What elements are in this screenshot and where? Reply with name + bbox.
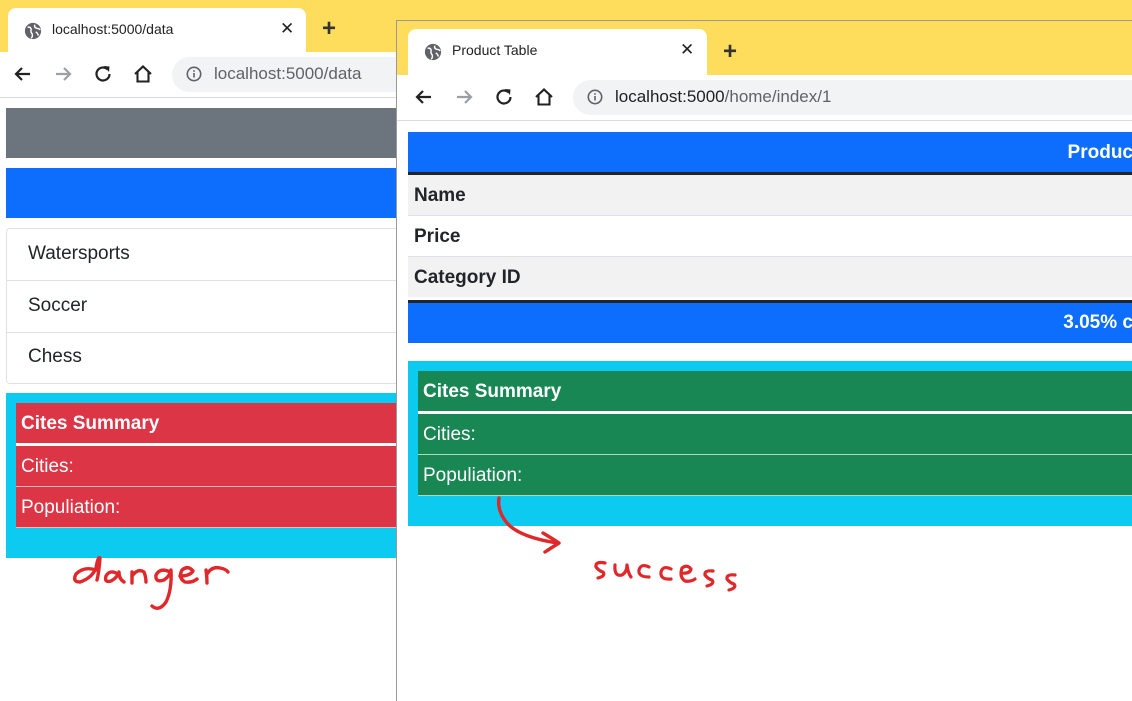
reload-icon[interactable] bbox=[92, 63, 114, 85]
primary-bar bbox=[6, 168, 406, 218]
url-text: localhost:5000/home/index/1 bbox=[615, 87, 831, 107]
danger-annotation bbox=[72, 556, 230, 610]
info-container: Cites Summary Cities: Populiation: bbox=[408, 361, 1132, 526]
list-item[interactable]: Watersports bbox=[7, 229, 407, 281]
front-browser-window: Product Table ✕ + localhost:5000/home/in… bbox=[396, 20, 1132, 701]
list-item[interactable]: Chess bbox=[7, 332, 407, 383]
info-icon[interactable] bbox=[186, 66, 202, 82]
new-tab-icon[interactable]: + bbox=[723, 40, 737, 64]
home-icon[interactable] bbox=[132, 63, 154, 85]
table-header: Cites Summary bbox=[418, 371, 1132, 414]
table-row: Populiation: bbox=[418, 455, 1132, 496]
category-label: Soccer bbox=[28, 295, 88, 316]
front-address-bar[interactable]: localhost:5000/home/index/1 bbox=[573, 80, 1132, 115]
home-icon[interactable] bbox=[533, 86, 555, 108]
table-row: Name bbox=[408, 175, 1132, 216]
back-arrow-icon[interactable] bbox=[12, 63, 34, 85]
product-header-text: Produc bbox=[1067, 142, 1132, 163]
url-text: localhost:5000/data bbox=[214, 64, 362, 83]
front-tab[interactable]: Product Table ✕ bbox=[408, 29, 707, 75]
url-path: /home/index/1 bbox=[724, 87, 832, 106]
footer-text: 3.05% c bbox=[1063, 312, 1132, 333]
tab-title: Product Table bbox=[452, 42, 538, 58]
product-table-header: Produc bbox=[408, 132, 1132, 175]
population-label: Populiation: bbox=[21, 497, 121, 518]
front-tabstrip: Product Table ✕ + bbox=[397, 21, 1132, 75]
table-row: Cities: bbox=[16, 446, 406, 487]
forward-arrow-icon[interactable] bbox=[52, 63, 74, 85]
tab-title: localhost:5000/data bbox=[52, 21, 174, 37]
list-item[interactable]: Soccer bbox=[7, 281, 407, 333]
table-header: Cites Summary bbox=[16, 403, 406, 446]
cities-label: Cities: bbox=[423, 424, 476, 445]
summary-title: Cites Summary bbox=[423, 381, 562, 402]
cities-label: Cities: bbox=[21, 456, 74, 477]
secondary-bar bbox=[6, 108, 406, 158]
globe-icon bbox=[424, 43, 442, 61]
reload-icon[interactable] bbox=[493, 86, 515, 108]
new-tab-icon[interactable]: + bbox=[322, 17, 336, 41]
row-label-price: Price bbox=[414, 226, 461, 247]
table-row: Category ID bbox=[408, 257, 1132, 297]
forward-arrow-icon[interactable] bbox=[453, 86, 475, 108]
table-row: Cities: bbox=[418, 414, 1132, 455]
close-icon[interactable]: ✕ bbox=[280, 20, 294, 38]
row-label-name: Name bbox=[414, 185, 466, 206]
row-label-category-id: Category ID bbox=[414, 267, 521, 288]
info-container: Cites Summary Cities: Populiation: bbox=[6, 393, 406, 558]
category-label: Chess bbox=[28, 346, 82, 367]
globe-icon bbox=[24, 22, 42, 40]
product-table-footer: 3.05% c bbox=[408, 300, 1132, 343]
back-tab[interactable]: localhost:5000/data ✕ bbox=[8, 8, 306, 52]
url-host: localhost:5000 bbox=[615, 87, 725, 106]
close-icon[interactable]: ✕ bbox=[680, 41, 694, 59]
population-label: Populiation: bbox=[423, 465, 523, 486]
table-row: Populiation: bbox=[16, 487, 406, 528]
info-icon[interactable] bbox=[587, 89, 603, 105]
table-row: Price bbox=[408, 216, 1132, 257]
category-list: Watersports Soccer Chess bbox=[6, 228, 408, 384]
front-toolbar: localhost:5000/home/index/1 bbox=[397, 75, 1132, 121]
summary-title: Cites Summary bbox=[21, 413, 160, 434]
success-annotation bbox=[594, 560, 737, 592]
category-label: Watersports bbox=[28, 243, 130, 264]
back-arrow-icon[interactable] bbox=[413, 86, 435, 108]
